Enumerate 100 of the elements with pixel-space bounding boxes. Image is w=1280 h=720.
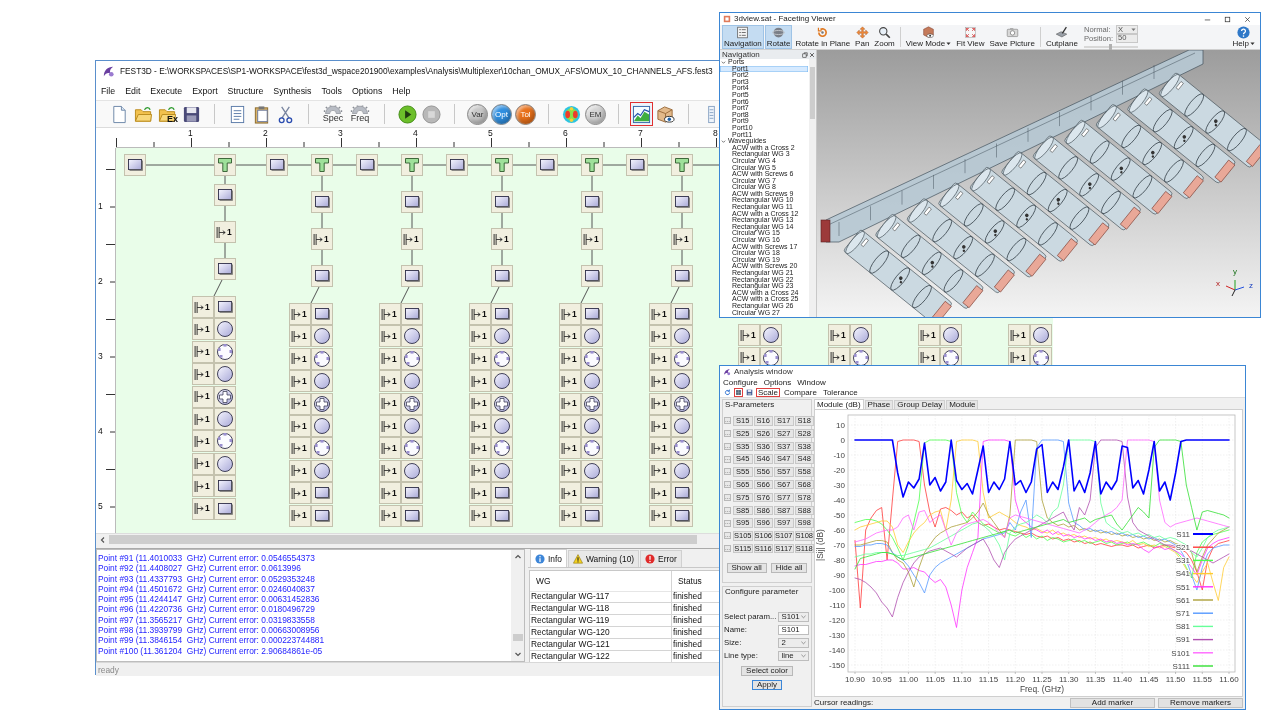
rectangle-tile-icon[interactable] <box>311 265 333 287</box>
ribbon-button[interactable]: Pan <box>853 25 872 49</box>
rectangle-tile-icon[interactable] <box>266 154 288 176</box>
close-icon[interactable] <box>1243 14 1252 24</box>
port-block[interactable]: 1 <box>559 303 581 325</box>
port-block[interactable]: 1 <box>401 228 423 250</box>
rectangle-tile-icon[interactable] <box>491 303 513 325</box>
port-block[interactable]: 1 <box>828 324 850 347</box>
port-block[interactable]: 1 <box>671 228 693 250</box>
ribbon-button[interactable]: Zoom <box>872 25 897 49</box>
port-block[interactable]: 1 <box>379 392 401 415</box>
notched-circle-icon[interactable] <box>214 340 236 363</box>
toolbar-button[interactable]: Tolerance <box>820 387 860 398</box>
ribbon-button[interactable]: View Mode <box>903 25 954 49</box>
port-block[interactable]: 1 <box>828 346 850 365</box>
notched-circle-icon[interactable] <box>581 347 603 370</box>
circle-tile-icon[interactable] <box>581 415 603 437</box>
circle-tile-icon[interactable] <box>850 324 872 347</box>
port-block[interactable]: 1 <box>559 347 581 370</box>
port-block[interactable]: 1 <box>559 482 581 505</box>
port-block[interactable]: 1 <box>559 370 581 393</box>
circle-tile-icon[interactable] <box>671 415 693 437</box>
notched-circle-icon[interactable] <box>671 437 693 460</box>
port-block[interactable]: 1 <box>469 415 491 437</box>
marker-button[interactable]: Remove markers <box>1158 697 1243 708</box>
port-block[interactable]: 1 <box>1008 346 1030 365</box>
scrollbar-thumb[interactable] <box>109 535 697 544</box>
circle-tile-icon[interactable] <box>214 363 236 386</box>
rectangle-tile-icon[interactable] <box>311 303 333 325</box>
toolbar-button[interactable] <box>734 388 743 397</box>
rectangle-tile-icon[interactable] <box>671 482 693 505</box>
toolbar-button[interactable] <box>630 102 653 126</box>
float-icon[interactable] <box>802 51 808 58</box>
chevron-down-icon[interactable] <box>721 59 726 65</box>
port-block[interactable]: 1 <box>289 437 311 460</box>
cross-circle-icon[interactable] <box>581 392 603 415</box>
port-block[interactable]: 1 <box>491 228 513 250</box>
help-button[interactable]: Help <box>1230 25 1257 49</box>
circle-tile-icon[interactable] <box>581 459 603 482</box>
rectangle-tile-icon[interactable] <box>581 504 603 527</box>
port-block[interactable]: 1 <box>649 459 671 482</box>
circle-tile-icon[interactable] <box>671 325 693 348</box>
port-block[interactable]: 1 <box>649 347 671 370</box>
port-block[interactable]: 1 <box>469 370 491 393</box>
port-block[interactable]: 1 <box>649 504 671 527</box>
cross-circle-icon[interactable] <box>214 385 236 408</box>
port-block[interactable]: 1 <box>469 482 491 505</box>
port-block[interactable]: 1 <box>379 370 401 393</box>
port-block[interactable]: 1 <box>469 504 491 527</box>
port-block[interactable]: 1 <box>559 392 581 415</box>
cross-circle-icon[interactable] <box>491 392 513 415</box>
circle-tile-icon[interactable] <box>311 325 333 348</box>
rectangle-tile-icon[interactable] <box>401 504 423 527</box>
port-block[interactable]: 1 <box>559 437 581 460</box>
port-block[interactable]: 1 <box>289 325 311 348</box>
notched-circle-icon[interactable] <box>401 347 423 370</box>
port-block[interactable]: 1 <box>192 452 214 475</box>
port-block[interactable]: 1 <box>918 324 940 347</box>
cross-circle-icon[interactable] <box>671 392 693 415</box>
port-block[interactable]: 1 <box>918 346 940 365</box>
t-junction-icon[interactable] <box>491 154 513 176</box>
port-block[interactable]: 1 <box>289 459 311 482</box>
port-block[interactable]: 1 <box>289 504 311 527</box>
rectangle-tile-icon[interactable] <box>356 154 378 176</box>
rectangle-tile-icon[interactable] <box>124 154 146 176</box>
notched-circle-icon[interactable] <box>940 346 962 365</box>
circle-tile-icon[interactable] <box>940 324 962 347</box>
circle-tile-icon[interactable] <box>491 325 513 348</box>
panel-button[interactable]: Select color <box>741 666 793 676</box>
menu-item[interactable]: Options <box>763 379 792 387</box>
port-block[interactable]: 1 <box>192 296 214 318</box>
port-block[interactable]: 1 <box>469 347 491 370</box>
tab[interactable]: Info <box>530 549 567 567</box>
rectangle-tile-icon[interactable] <box>581 191 603 213</box>
rectangle-tile-icon[interactable] <box>311 482 333 505</box>
column-header[interactable]: WG <box>530 571 672 592</box>
port-block[interactable]: 1 <box>192 340 214 363</box>
rectangle-tile-icon[interactable] <box>491 504 513 527</box>
notched-circle-icon[interactable] <box>671 347 693 370</box>
t-junction-icon[interactable] <box>214 154 236 176</box>
port-block[interactable]: 1 <box>379 325 401 348</box>
port-block[interactable]: 1 <box>192 363 214 386</box>
toolbar-button[interactable]: Spec <box>320 102 346 126</box>
panel-button[interactable]: Show all <box>726 563 767 574</box>
menu-item[interactable]: Synthesis <box>268 83 317 98</box>
notched-circle-icon[interactable] <box>1030 346 1052 365</box>
rectangle-tile-icon[interactable] <box>214 497 236 520</box>
port-block[interactable]: 1 <box>289 482 311 505</box>
port-block[interactable]: 1 <box>1008 324 1030 347</box>
rectangle-tile-icon[interactable] <box>581 303 603 325</box>
menu-item[interactable]: Options <box>347 83 388 98</box>
rectangle-tile-icon[interactable] <box>214 184 236 206</box>
rectangle-tile-icon[interactable] <box>671 265 693 287</box>
ribbon-button[interactable]: Save Picture <box>987 25 1037 49</box>
tab[interactable]: Error <box>640 550 682 567</box>
notched-circle-icon[interactable] <box>401 437 423 460</box>
toolbar-button[interactable] <box>396 102 419 126</box>
maximize-icon[interactable] <box>1223 14 1232 24</box>
rectangle-tile-icon[interactable] <box>401 303 423 325</box>
notched-circle-icon[interactable] <box>491 347 513 370</box>
